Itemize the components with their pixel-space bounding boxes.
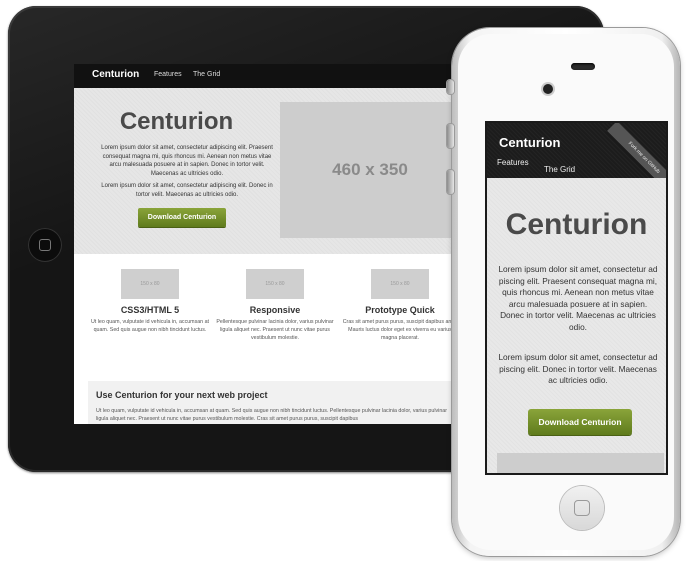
mobile-hero-paragraph: Lorem ipsum dolor sit amet, consectetur …	[498, 264, 658, 332]
iphone-screen: Centurion Features The Grid Fork me on G…	[487, 123, 666, 473]
front-camera-icon	[543, 84, 553, 94]
volume-down-button[interactable]	[447, 170, 454, 194]
mobile-hero-title: Centurion	[505, 208, 648, 241]
hero-section: Centurion Lorem ipsum dolor sit amet, co…	[74, 88, 474, 254]
mobile-image-placeholder	[497, 453, 664, 473]
site-brand[interactable]: Centurion	[92, 69, 139, 80]
iphone-face: Centurion Features The Grid Fork me on G…	[458, 34, 674, 550]
feature-thumbnail: 150 x 80	[121, 269, 179, 299]
feature-column: 150 x 80 CSS3/HTML 5 Ut leo quam, vulput…	[90, 269, 210, 334]
mobile-brand[interactable]: Centurion	[499, 135, 560, 150]
home-square-icon	[574, 500, 590, 516]
feature-column: 150 x 80 Responsive Pellentesque pulvina…	[215, 269, 335, 342]
hero-paragraph-2: Lorem ipsum dolor sit amet, consectetur …	[101, 183, 273, 198]
mute-switch[interactable]	[447, 80, 454, 94]
download-button[interactable]: Download Centurion	[138, 208, 226, 227]
feature-title: Responsive	[249, 305, 301, 315]
nav-link-features[interactable]: Features	[154, 71, 182, 78]
site-navbar: Centurion Features The Grid	[74, 64, 474, 88]
web-project-section: Use Centurion for your next web project …	[88, 381, 460, 424]
hero-image-placeholder: 460 x 350	[280, 102, 460, 238]
iphone-home-button[interactable]	[560, 486, 604, 530]
volume-up-button[interactable]	[447, 124, 454, 148]
home-square-icon	[39, 239, 51, 251]
ipad-home-button[interactable]	[28, 228, 62, 262]
feature-title: Prototype Quick	[365, 305, 435, 315]
nav-link-grid[interactable]: The Grid	[193, 71, 220, 78]
feature-text: Cras sit amet purus purus, suscipit dapi…	[342, 319, 458, 341]
mobile-nav-features[interactable]: Features	[497, 158, 529, 167]
feature-thumbnail: 150 x 80	[371, 269, 429, 299]
feature-title: CSS3/HTML 5	[120, 305, 180, 315]
mobile-download-button[interactable]: Download Centurion	[528, 409, 632, 435]
mobile-nav-grid[interactable]: The Grid	[544, 165, 575, 174]
mobile-hero: Centurion Lorem ipsum dolor sit amet, co…	[487, 178, 666, 473]
feature-thumbnail: 150 x 80	[246, 269, 304, 299]
hero-image-label: 460 x 350	[332, 160, 408, 179]
hero-title: Centurion	[119, 108, 234, 135]
iphone-device: Centurion Features The Grid Fork me on G…	[447, 28, 680, 556]
feature-text: Ut leo quam, vulputate id vehicula in, a…	[90, 319, 210, 333]
mobile-navbar: Centurion Features The Grid Fork me on G…	[487, 123, 666, 195]
feature-column: 150 x 80 Prototype Quick Cras sit amet p…	[340, 269, 460, 342]
web-project-title: Use Centurion for your next web project	[96, 390, 268, 400]
hero-paragraph: Lorem ipsum dolor sit amet, consectetur …	[101, 145, 273, 177]
speaker-grille	[571, 63, 595, 70]
feature-text: Pellentesque pulvinar lacinia dolor, var…	[216, 319, 334, 341]
mobile-hero-paragraph-2: Lorem ipsum dolor sit amet, consectetur …	[498, 352, 658, 385]
web-project-text: Ut leo quam, vulputate id vehicula in, a…	[96, 408, 447, 422]
ipad-screen: Centurion Features The Grid Centurion Lo…	[74, 64, 474, 424]
